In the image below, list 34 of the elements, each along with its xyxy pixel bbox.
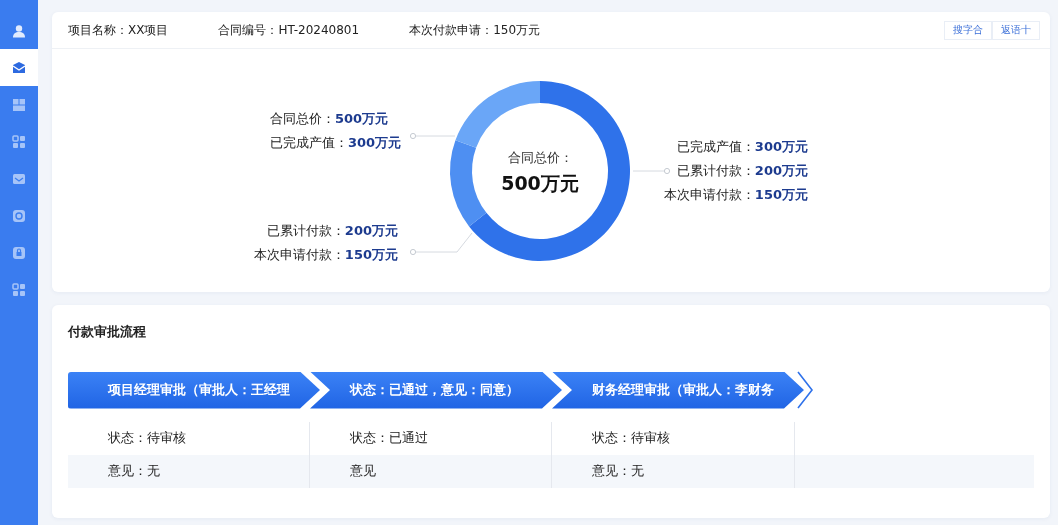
tiles-icon — [12, 97, 26, 112]
header-button[interactable]: 返语十 — [992, 20, 1040, 40]
header-field: 本次付款申请：150万元 — [409, 21, 541, 39]
mail-icon — [12, 171, 26, 186]
table-cell: 意见：无 — [68, 455, 310, 488]
callout-text: 合同总价：500万元 — [270, 110, 390, 128]
callout-text: 已累计付款：200万元 — [266, 222, 398, 240]
header-button[interactable]: 搜字合 — [944, 20, 992, 40]
header-field: 合同编号：HT-20240801 — [218, 21, 360, 39]
sidebar-item[interactable] — [0, 49, 38, 86]
table-cell: 意见 — [310, 455, 552, 488]
chevron-icon — [796, 371, 814, 409]
flow-step: 财务经理审批（审批人：李财务 — [552, 371, 804, 409]
center-label: 合同总价： — [506, 149, 574, 167]
section-title: 付款审批流程 — [68, 323, 147, 341]
callout-text: 本次申请付款：150万元 — [253, 246, 398, 264]
chart-icon — [12, 208, 26, 223]
header-field: 项目名称：XX项目 — [68, 21, 169, 39]
callout-text: 已完成产值：300万元 — [676, 138, 808, 156]
callout-text: 已累计付款：200万元 — [676, 162, 808, 180]
person-icon — [12, 23, 26, 38]
table-cell: 意见：无 — [552, 455, 795, 488]
flow-step: 状态：已通过，意见：同意） — [310, 371, 562, 409]
callout-text: 已完成产值：300万元 — [270, 134, 402, 152]
center-value: 500万元 — [500, 171, 580, 196]
inbox-icon — [12, 60, 26, 75]
leader-line — [632, 167, 671, 175]
leader-line — [409, 132, 456, 140]
apps-icon — [12, 282, 26, 297]
leader-line — [409, 232, 473, 256]
apps-icon — [12, 134, 26, 149]
callout-text: 本次申请付款：150万元 — [663, 186, 808, 204]
lock-icon — [12, 245, 26, 260]
flow-step: 项目经理审批（审批人：王经理 — [68, 371, 320, 409]
